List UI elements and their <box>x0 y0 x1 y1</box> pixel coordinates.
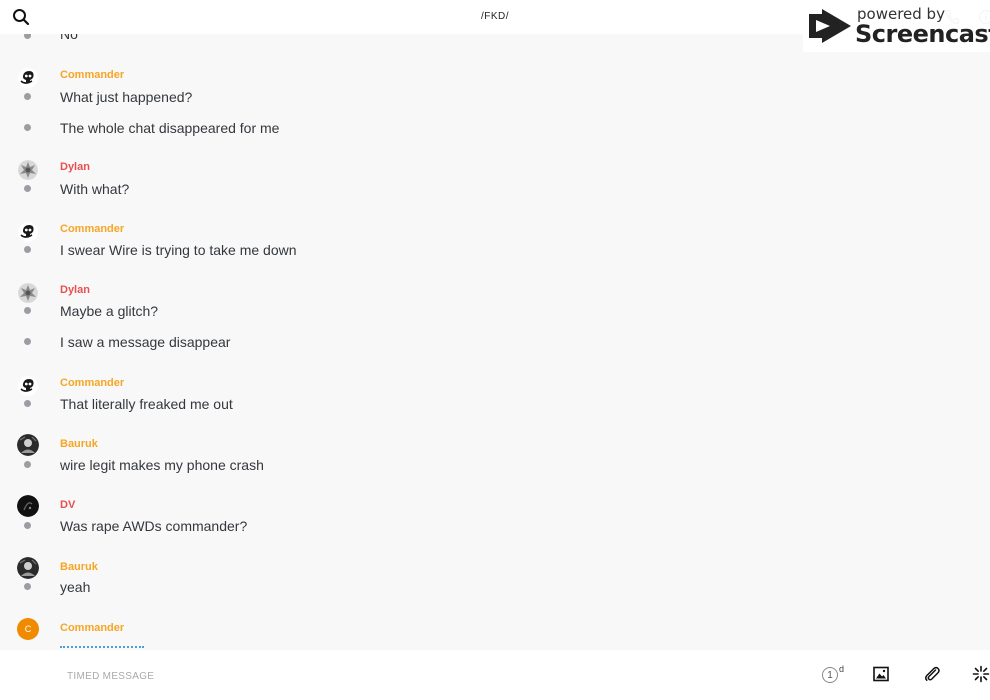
message-status-dot <box>24 93 31 100</box>
sender-name[interactable]: Dylan <box>60 284 90 296</box>
paperclip-icon[interactable] <box>923 665 941 683</box>
message-status-dot <box>24 185 31 192</box>
sender-name[interactable]: Commander <box>60 69 124 81</box>
avatar-bauruk[interactable] <box>17 557 39 579</box>
message-status-dot <box>24 522 31 529</box>
message-status-dot <box>24 338 31 345</box>
avatar-commander[interactable] <box>18 68 38 88</box>
message-input[interactable] <box>67 668 667 684</box>
message-text: What just happened? <box>60 89 193 105</box>
avatar-dylan[interactable] <box>18 160 38 180</box>
avatar-dv[interactable] <box>17 495 39 517</box>
sender-name[interactable]: Commander <box>60 223 124 235</box>
sender-name[interactable]: Commander <box>60 622 124 634</box>
message-status-dot <box>24 246 31 253</box>
message-text: yeah <box>60 579 91 595</box>
sender-name[interactable]: Dylan <box>60 161 90 173</box>
message-status-dot <box>24 583 31 590</box>
sender-name[interactable]: Bauruk <box>60 438 98 450</box>
timer-unit: d <box>839 664 845 674</box>
message-text: With what? <box>60 181 130 197</box>
sender-name[interactable]: Bauruk <box>60 561 98 573</box>
message-text: Was rape AWDs commander? <box>60 518 248 534</box>
message-text: wire legit makes my phone crash <box>60 457 264 473</box>
message-status-dot <box>24 124 31 131</box>
image-icon[interactable] <box>873 666 889 682</box>
timed-message-button[interactable]: 1 d <box>822 664 848 686</box>
message-composer: 1 d <box>0 650 990 700</box>
ping-icon[interactable] <box>972 665 990 683</box>
sender-name[interactable]: DV <box>60 499 75 511</box>
message-text: I saw a message disappear <box>60 334 231 350</box>
avatar-initial-commander[interactable]: C <box>17 618 39 640</box>
timer-icon: 1 <box>822 667 838 683</box>
sender-name[interactable]: Commander <box>60 377 124 389</box>
message-text: That literally freaked me out <box>60 396 233 412</box>
message-status-dot <box>24 34 31 39</box>
message-status-dot <box>24 307 31 314</box>
message-text: No <box>60 34 78 42</box>
message-list[interactable]: No Commander What just happened? The who… <box>0 34 990 650</box>
avatar-bauruk[interactable] <box>17 434 39 456</box>
message-text: Maybe a glitch? <box>60 303 159 319</box>
avatar-dylan[interactable] <box>18 283 38 303</box>
avatar-commander[interactable] <box>18 376 38 396</box>
message-status-dot <box>24 400 31 407</box>
avatar-commander[interactable] <box>18 222 38 242</box>
message-status-dot <box>24 461 31 468</box>
message-text: I swear Wire is trying to take me down <box>60 242 297 258</box>
message-text: The whole chat disappeared for me <box>60 120 280 136</box>
